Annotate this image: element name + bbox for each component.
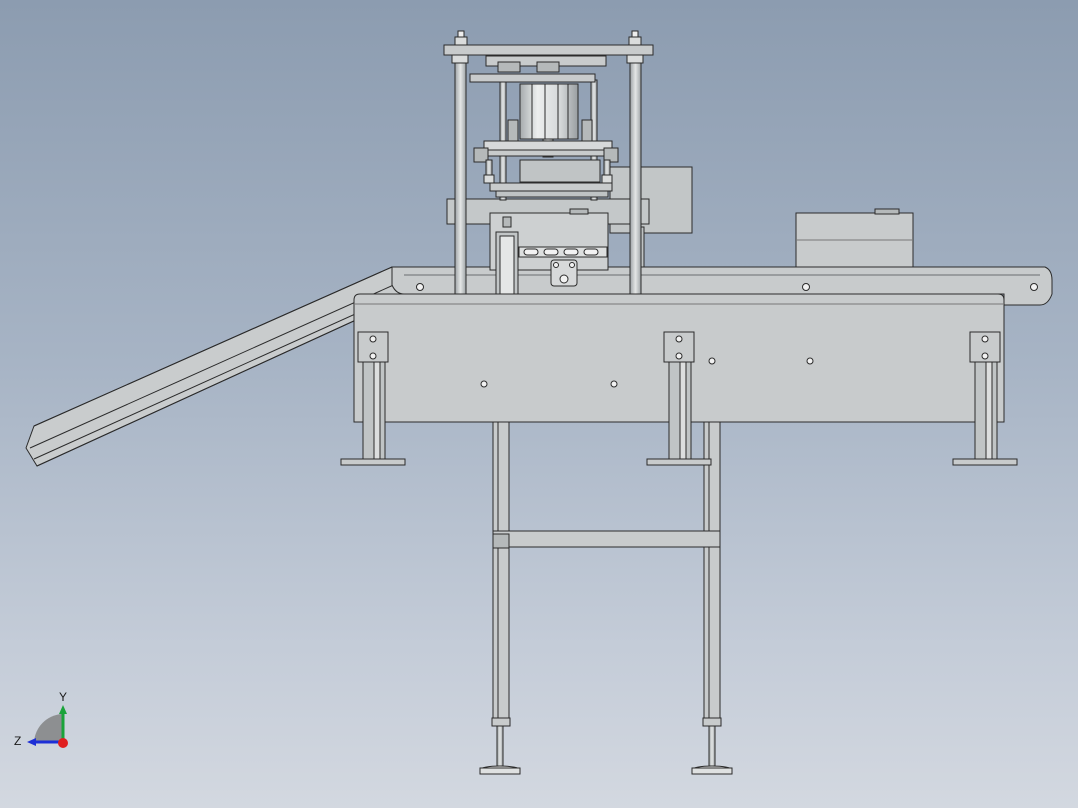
lower-frame: [479, 421, 733, 775]
y-axis-label: Y: [59, 690, 67, 704]
inclined-chute: [25, 266, 405, 467]
z-axis-label: Z: [14, 734, 21, 748]
y-axis-arrow: [59, 705, 67, 714]
axis-triad: Y Z: [14, 690, 68, 748]
clamp-frame: [473, 140, 619, 198]
x-axis-point: [58, 738, 68, 748]
top-plate: [443, 30, 654, 83]
cad-viewport[interactable]: Y Z: [0, 0, 1078, 808]
z-axis-arrow: [27, 738, 36, 746]
control-box: [795, 208, 914, 268]
cad-model-drawing[interactable]: Y Z: [0, 0, 1078, 808]
